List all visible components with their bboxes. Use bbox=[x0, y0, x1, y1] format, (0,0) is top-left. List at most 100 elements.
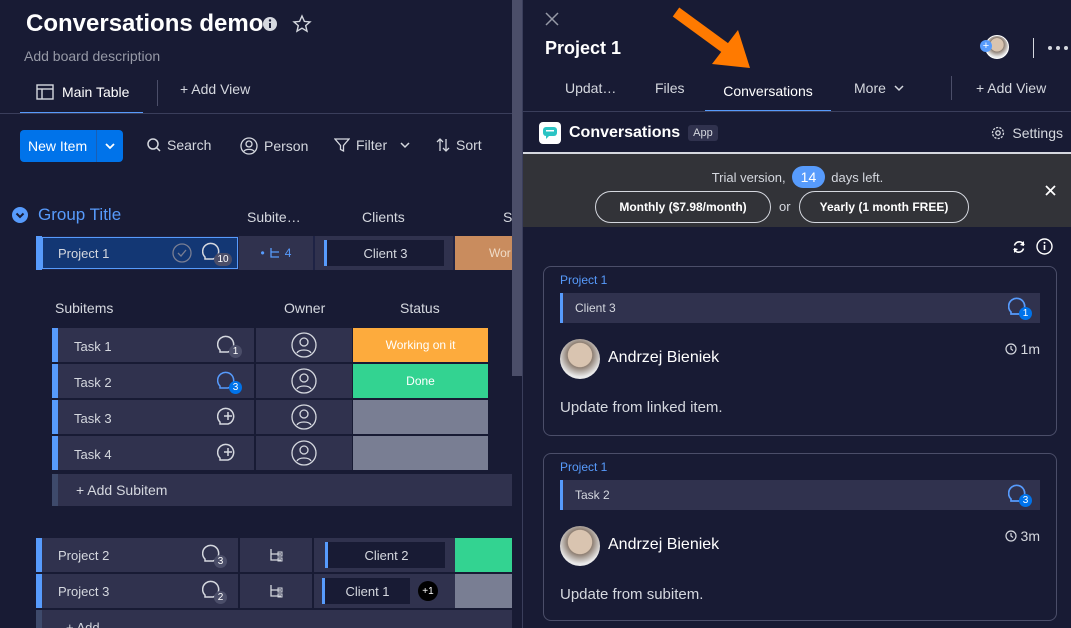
info-icon[interactable] bbox=[1036, 238, 1053, 255]
subitems-tree-icon bbox=[269, 247, 281, 259]
item-name[interactable]: Project 2 bbox=[58, 548, 109, 563]
clients-cell[interactable]: Client 2 bbox=[316, 538, 454, 572]
trial-suffix: days left. bbox=[831, 169, 884, 185]
scrollbar[interactable] bbox=[512, 0, 522, 376]
subitems-tree-icon bbox=[269, 548, 283, 562]
tab-conversations[interactable]: Conversations bbox=[705, 72, 831, 112]
column-header-subitems[interactable]: Subite… bbox=[247, 209, 301, 225]
owner-cell[interactable] bbox=[256, 328, 352, 362]
gear-icon bbox=[990, 125, 1006, 141]
column-header-status[interactable]: S bbox=[503, 209, 512, 225]
star-icon[interactable] bbox=[292, 14, 312, 34]
item-name[interactable]: Project 1 bbox=[58, 246, 109, 261]
add-view-button[interactable]: + Add View bbox=[180, 81, 250, 97]
group-color-bar bbox=[36, 538, 42, 572]
item-panel: Project 1 + Updat… Files Conversations M… bbox=[522, 0, 1071, 628]
close-icon[interactable] bbox=[1045, 185, 1056, 196]
owner-header[interactable]: Owner bbox=[284, 300, 325, 316]
status-cell[interactable] bbox=[353, 400, 488, 434]
panel-title[interactable]: Project 1 bbox=[545, 38, 621, 59]
client-tag[interactable]: Client 2 bbox=[325, 542, 445, 568]
check-circle-icon[interactable] bbox=[172, 243, 192, 263]
avatar[interactable] bbox=[560, 526, 600, 566]
more-options-icon[interactable] bbox=[1048, 46, 1068, 50]
conversation-card[interactable]: Project 1 Client 3 1 Andrzej Bieniek 1m Updat… bbox=[543, 266, 1057, 436]
tab-main-label: Main Table bbox=[62, 84, 130, 100]
tab-more[interactable]: More bbox=[854, 80, 904, 96]
close-icon[interactable] bbox=[545, 12, 559, 26]
new-item-label: New Item bbox=[28, 138, 88, 154]
or-label: or bbox=[779, 199, 791, 214]
search-button[interactable]: Search bbox=[147, 137, 211, 153]
yearly-plan-button[interactable]: Yearly (1 month FREE) bbox=[799, 191, 969, 223]
add-subscriber-icon[interactable]: + bbox=[980, 40, 992, 52]
arrow-pointer-icon bbox=[668, 6, 754, 72]
update-count-badge: 1 bbox=[1019, 307, 1032, 320]
subitems-cell[interactable]: • 4 bbox=[239, 236, 313, 270]
column-header-clients[interactable]: Clients bbox=[362, 209, 405, 225]
settings-button[interactable]: Settings bbox=[990, 125, 1063, 141]
board-title[interactable]: Conversations demo bbox=[26, 10, 263, 38]
conversations-app-icon bbox=[539, 122, 561, 144]
status-cell[interactable]: Done bbox=[353, 364, 488, 398]
person-filter-button[interactable]: Person bbox=[240, 137, 308, 155]
linked-item-bar[interactable]: Task 2 3 bbox=[560, 480, 1040, 510]
clients-cell[interactable]: Client 1 +1 bbox=[316, 574, 454, 608]
client-tag[interactable]: Client 3 bbox=[324, 240, 444, 266]
status-cell[interactable]: Wor bbox=[455, 236, 512, 270]
status-cell[interactable]: Working on it bbox=[353, 328, 488, 362]
status-cell[interactable] bbox=[455, 538, 512, 572]
subscribers[interactable]: + bbox=[980, 34, 1009, 60]
add-view-button[interactable]: + Add View bbox=[976, 80, 1046, 96]
linked-item-bar[interactable]: Client 3 1 bbox=[560, 293, 1040, 323]
status-header[interactable]: Status bbox=[400, 300, 440, 316]
subitems-header[interactable]: Subitems bbox=[55, 300, 113, 316]
clients-cell[interactable]: Client 3 bbox=[315, 236, 453, 270]
chevron-down-icon[interactable] bbox=[96, 130, 123, 162]
add-update-icon[interactable] bbox=[217, 407, 239, 427]
sort-button[interactable]: Sort bbox=[436, 137, 482, 153]
add-update-icon[interactable] bbox=[217, 443, 239, 463]
more-clients-badge[interactable]: +1 bbox=[418, 581, 438, 601]
group-header[interactable]: Group Title bbox=[12, 205, 121, 225]
new-item-button[interactable]: New Item bbox=[20, 130, 123, 162]
chevron-down-icon[interactable] bbox=[399, 141, 411, 149]
chevron-down-circle-icon[interactable] bbox=[12, 207, 28, 223]
client-tag[interactable]: Client 1 bbox=[322, 578, 410, 604]
status-cell[interactable] bbox=[353, 436, 488, 470]
subitem-name[interactable]: Task 3 bbox=[74, 411, 112, 426]
refresh-icon[interactable] bbox=[1012, 240, 1026, 254]
owner-cell[interactable] bbox=[256, 400, 352, 434]
tab-main-table[interactable]: Main Table bbox=[20, 72, 143, 114]
add-item-button[interactable]: + Add bbox=[36, 610, 512, 628]
subitem-name[interactable]: Task 1 bbox=[74, 339, 112, 354]
owner-cell[interactable] bbox=[256, 436, 352, 470]
subitems-cell[interactable] bbox=[238, 574, 314, 608]
tab-files[interactable]: Files bbox=[655, 80, 685, 96]
monthly-plan-button[interactable]: Monthly ($7.98/month) bbox=[595, 191, 771, 223]
info-icon[interactable] bbox=[262, 16, 278, 32]
card-project-link[interactable]: Project 1 bbox=[560, 460, 607, 474]
tab-updates[interactable]: Updat… bbox=[565, 80, 616, 96]
board-description[interactable]: Add board description bbox=[24, 48, 160, 64]
tab-underline bbox=[523, 111, 1071, 112]
group-title[interactable]: Group Title bbox=[38, 205, 121, 225]
add-subitem-button[interactable]: + Add Subitem bbox=[52, 474, 512, 506]
subitem-name[interactable]: Task 4 bbox=[74, 447, 112, 462]
avatar[interactable] bbox=[560, 339, 600, 379]
app-badge: App bbox=[688, 125, 718, 141]
author-name[interactable]: Andrzej Bieniek bbox=[608, 349, 719, 367]
owner-cell[interactable] bbox=[256, 364, 352, 398]
item-name[interactable]: Project 3 bbox=[58, 584, 109, 599]
card-project-link[interactable]: Project 1 bbox=[560, 273, 607, 287]
subitems-count: 4 bbox=[284, 246, 292, 260]
filter-button[interactable]: Filter bbox=[334, 137, 411, 153]
group-color-bar bbox=[36, 574, 42, 608]
author-name[interactable]: Andrzej Bieniek bbox=[608, 536, 719, 554]
subitems-cell[interactable] bbox=[238, 538, 314, 572]
conversation-card[interactable]: Project 1 Task 2 3 Andrzej Bieniek 3m Update … bbox=[543, 453, 1057, 621]
status-cell[interactable] bbox=[455, 574, 512, 608]
person-icon bbox=[291, 404, 317, 430]
update-count-badge: 3 bbox=[214, 555, 227, 568]
subitem-name[interactable]: Task 2 bbox=[74, 375, 112, 390]
